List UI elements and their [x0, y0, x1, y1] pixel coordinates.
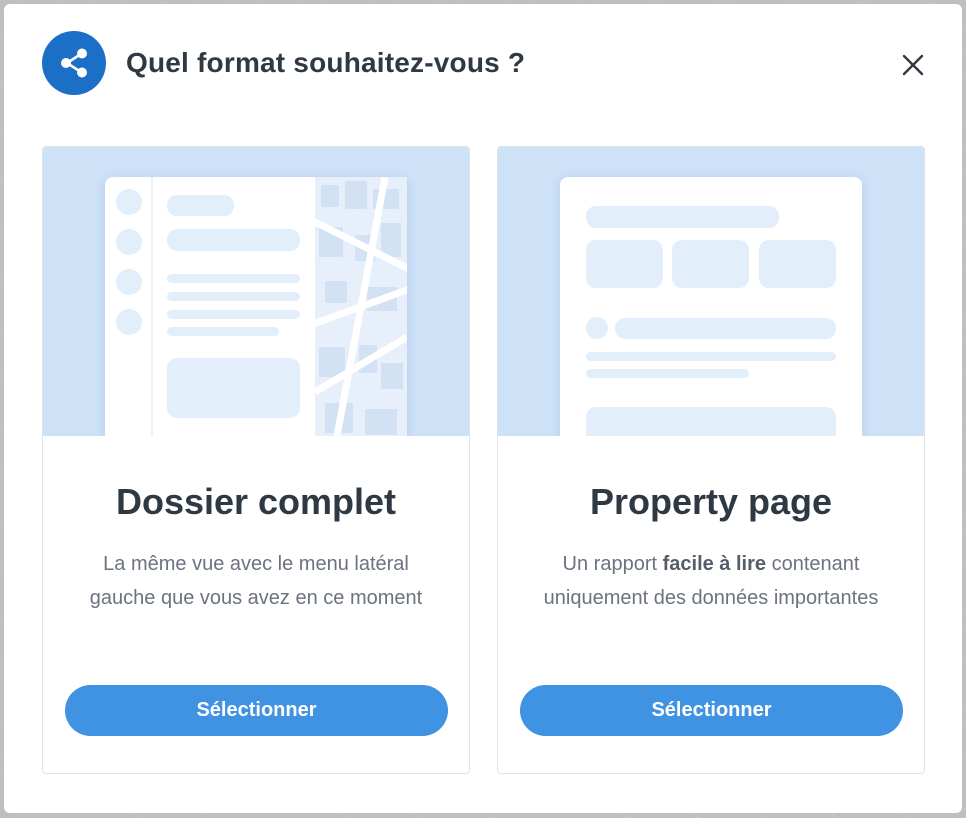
- mock-page: [105, 177, 407, 436]
- mock-page: [560, 177, 862, 436]
- option-title: Dossier complet: [115, 481, 397, 522]
- full-dossier-preview-illustration: [43, 147, 469, 436]
- option-card-property-page[interactable]: Property page Un rapport facile à lire c…: [497, 146, 925, 774]
- property-page-preview-illustration: [498, 147, 924, 436]
- dialog-title: Quel format souhaitez-vous ?: [126, 47, 526, 78]
- option-title: Property page: [589, 481, 833, 522]
- close-icon: [902, 54, 924, 76]
- share-icon: [42, 31, 106, 95]
- description-emphasis: facile à lire: [662, 553, 767, 575]
- format-dialog: Quel format souhaitez-vous ? Dossier com…: [4, 4, 962, 813]
- description-text: Un rapport: [562, 553, 663, 575]
- select-property-page-button[interactable]: Sélectionner: [520, 685, 903, 736]
- dialog-header: Quel format souhaitez-vous ?: [42, 31, 525, 95]
- option-description: Un rapport facile à lire contenant uniqu…: [528, 547, 894, 615]
- option-card-full-dossier[interactable]: Dossier complet La même vue avec le menu…: [42, 146, 470, 774]
- option-description: La même vue avec le menu latéral gauche …: [89, 553, 423, 609]
- close-button[interactable]: [898, 50, 928, 80]
- select-full-dossier-button[interactable]: Sélectionner: [65, 685, 448, 736]
- map-thumbnail: [315, 177, 407, 436]
